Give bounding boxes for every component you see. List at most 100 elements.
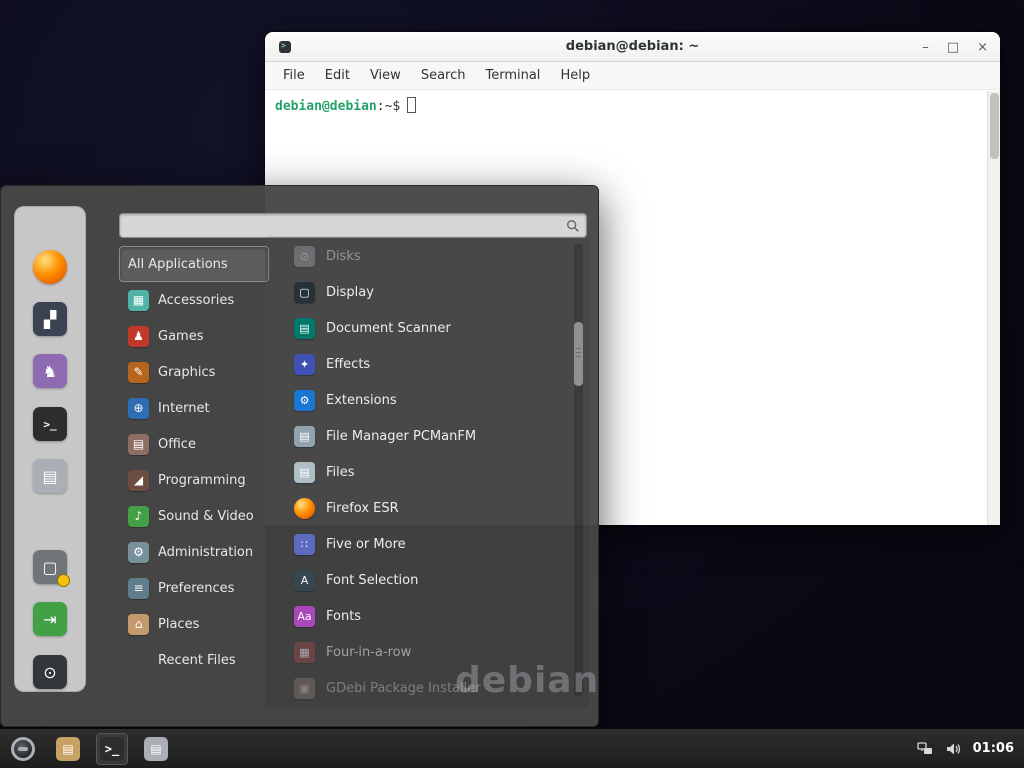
- category-label: Accessories: [158, 293, 234, 308]
- favorites-panel: ▞ ♞ >_ ▤ ▢ ⇥ ⊙: [14, 206, 86, 692]
- terminal-title: debian@debian: ~: [265, 39, 1000, 54]
- lock-screen-button[interactable]: ▢: [33, 550, 67, 584]
- launcher-files[interactable]: ▤: [140, 733, 172, 765]
- system-tray: 01:06: [917, 741, 1024, 757]
- app-label: Font Selection: [326, 573, 418, 588]
- app-label: File Manager PCManFM: [326, 429, 476, 444]
- maximize-button[interactable]: □: [947, 41, 959, 54]
- category-places[interactable]: ⌂ Places: [119, 606, 269, 642]
- favorite-photos[interactable]: ▞: [33, 302, 67, 336]
- category-recent-files[interactable]: Recent Files: [119, 642, 269, 678]
- application-list: ⊙ Disks ▢ Display ▤ Document Scanner ✦ E…: [286, 238, 571, 706]
- photos-icon: ▞: [33, 302, 67, 336]
- disks-icon: ⊙: [294, 246, 315, 267]
- category-graphics[interactable]: ✎ Graphics: [119, 354, 269, 390]
- desktop: debian@debian: ~ – □ × File Edit View Se…: [0, 0, 1024, 768]
- menu-search-input[interactable]: [126, 218, 566, 233]
- category-label: Graphics: [158, 365, 215, 380]
- shutdown-icon: ⊙: [33, 655, 67, 689]
- category-accessories[interactable]: ▦ Accessories: [119, 282, 269, 318]
- category-preferences[interactable]: ≡ Preferences: [119, 570, 269, 606]
- pidgin-icon: ♞: [33, 354, 67, 388]
- category-label: All Applications: [128, 257, 228, 272]
- internet-icon: ⊕: [128, 398, 149, 419]
- app-label: Document Scanner: [326, 321, 451, 336]
- app-five-or-more[interactable]: ∷ Five or More: [286, 526, 571, 562]
- category-all-applications[interactable]: All Applications: [119, 246, 269, 282]
- office-icon: ▤: [128, 434, 149, 455]
- category-label: Sound & Video: [158, 509, 254, 524]
- document-scanner-icon: ▤: [294, 318, 315, 339]
- volume-icon[interactable]: [945, 741, 961, 757]
- category-programming[interactable]: ◢ Programming: [119, 462, 269, 498]
- category-label: Internet: [158, 401, 210, 416]
- category-office[interactable]: ▤ Office: [119, 426, 269, 462]
- favorite-firefox[interactable]: [33, 250, 67, 284]
- close-button[interactable]: ×: [977, 41, 988, 54]
- menu-logo-icon: [11, 737, 35, 761]
- app-files[interactable]: ▤ Files: [286, 454, 571, 490]
- app-label: Extensions: [326, 393, 397, 408]
- terminal-window-icon: [279, 41, 291, 53]
- terminal-scrollbar-thumb[interactable]: [990, 93, 999, 159]
- games-icon: ♟: [128, 326, 149, 347]
- prompt-user-host: debian@debian: [275, 99, 377, 114]
- menu-view[interactable]: View: [360, 64, 411, 87]
- network-icon[interactable]: [917, 741, 933, 757]
- launcher-terminal[interactable]: >_: [96, 733, 128, 765]
- app-display[interactable]: ▢ Display: [286, 274, 571, 310]
- applications-scrollbar[interactable]: [574, 244, 583, 696]
- app-file-manager-pcmanfm[interactable]: ▤ File Manager PCManFM: [286, 418, 571, 454]
- terminal-titlebar[interactable]: debian@debian: ~ – □ ×: [265, 32, 1000, 62]
- graphics-icon: ✎: [128, 362, 149, 383]
- files-launcher-icon: ▤: [144, 737, 168, 761]
- app-gdebi-package-installer[interactable]: ▣ GDebi Package Installer: [286, 670, 571, 706]
- menu-button[interactable]: [6, 732, 40, 766]
- terminal-icon: >_: [33, 407, 67, 441]
- minimize-button[interactable]: –: [922, 41, 929, 54]
- category-games[interactable]: ♟ Games: [119, 318, 269, 354]
- file-manager-icon: ▤: [33, 459, 67, 493]
- terminal-menubar: File Edit View Search Terminal Help: [265, 62, 1000, 90]
- app-label: Display: [326, 285, 374, 300]
- menu-search[interactable]: Search: [411, 64, 476, 87]
- app-label: GDebi Package Installer: [326, 681, 481, 696]
- terminal-launcher-icon: >_: [100, 737, 124, 761]
- app-effects[interactable]: ✦ Effects: [286, 346, 571, 382]
- app-firefox-esr[interactable]: Firefox ESR: [286, 490, 571, 526]
- category-internet[interactable]: ⊕ Internet: [119, 390, 269, 426]
- menu-file[interactable]: File: [273, 64, 315, 87]
- app-label: Files: [326, 465, 355, 480]
- app-extensions[interactable]: ⚙ Extensions: [286, 382, 571, 418]
- menu-help[interactable]: Help: [550, 64, 600, 87]
- app-fonts[interactable]: Aa Fonts: [286, 598, 571, 634]
- terminal-scrollbar[interactable]: [987, 91, 1000, 525]
- category-sound-video[interactable]: ♪ Sound & Video: [119, 498, 269, 534]
- menu-edit[interactable]: Edit: [315, 64, 360, 87]
- applications-scrollbar-thumb[interactable]: [574, 322, 583, 386]
- app-disks[interactable]: ⊙ Disks: [286, 238, 571, 274]
- effects-icon: ✦: [294, 354, 315, 375]
- fonts-icon: Aa: [294, 606, 315, 627]
- app-label: Five or More: [326, 537, 406, 552]
- five-or-more-icon: ∷: [294, 534, 315, 555]
- menu-terminal[interactable]: Terminal: [475, 64, 550, 87]
- logout-button[interactable]: ⇥: [33, 602, 67, 636]
- app-document-scanner[interactable]: ▤ Document Scanner: [286, 310, 571, 346]
- category-administration[interactable]: ⚙ Administration: [119, 534, 269, 570]
- window-controls: – □ ×: [922, 32, 988, 62]
- shutdown-button[interactable]: ⊙: [33, 655, 67, 689]
- app-four-in-a-row[interactable]: ▦ Four-in-a-row: [286, 634, 571, 670]
- favorite-terminal[interactable]: >_: [33, 407, 67, 441]
- launcher-file-cabinet[interactable]: ▤: [52, 733, 84, 765]
- firefox-icon: [33, 250, 67, 284]
- app-font-selection[interactable]: A Font Selection: [286, 562, 571, 598]
- gdebi-icon: ▣: [294, 678, 315, 699]
- favorite-pidgin[interactable]: ♞: [33, 354, 67, 388]
- category-label: Preferences: [158, 581, 234, 596]
- menu-search-box: [119, 213, 587, 238]
- favorite-file-manager[interactable]: ▤: [33, 459, 67, 493]
- category-label: Recent Files: [158, 653, 236, 668]
- clock[interactable]: 01:06: [973, 741, 1014, 756]
- extensions-icon: ⚙: [294, 390, 315, 411]
